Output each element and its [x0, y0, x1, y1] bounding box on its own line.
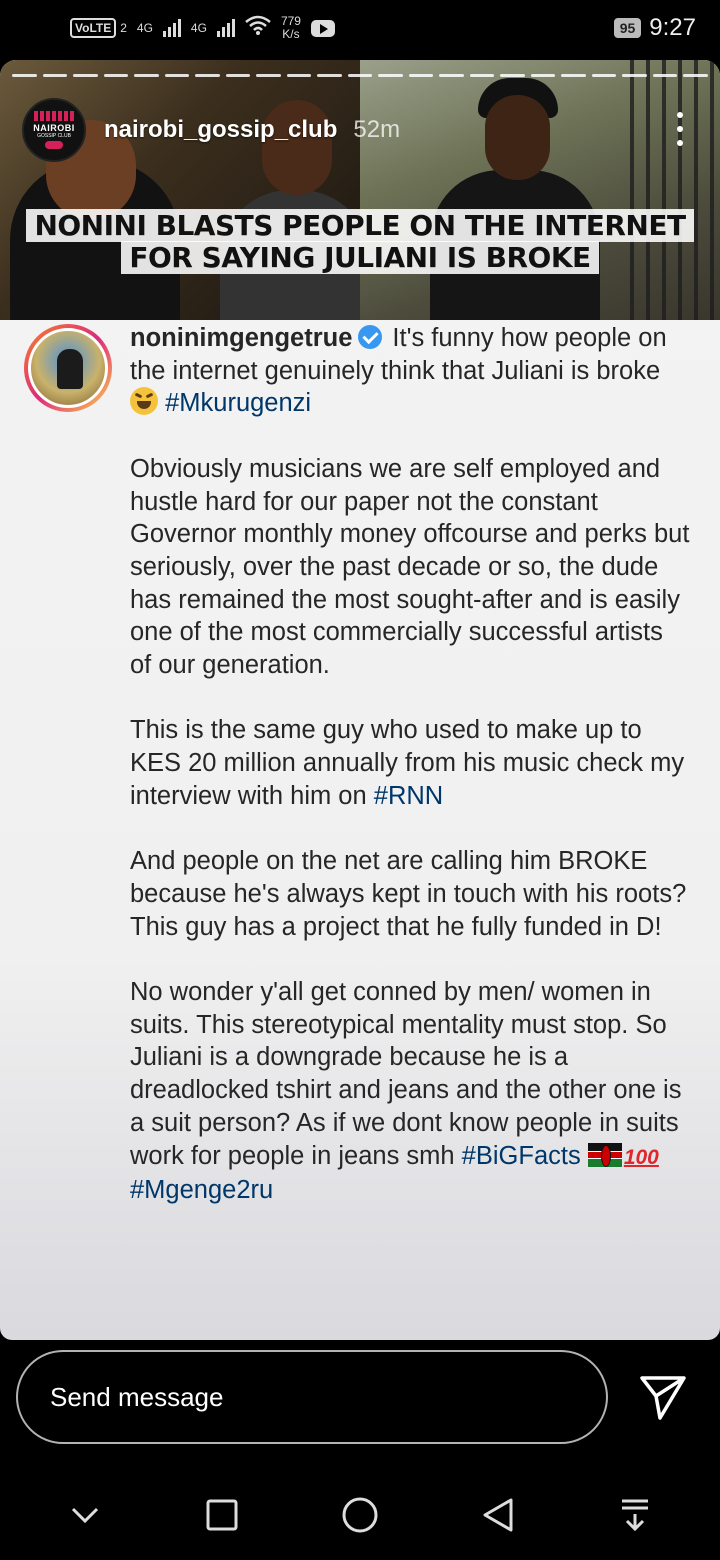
network-speed: 779 K/s [281, 15, 301, 41]
hashtag-rnn: #RNN [373, 781, 444, 810]
system-nav-bar [0, 1470, 720, 1560]
story-progress-segment [530, 74, 556, 77]
send-message-placeholder: Send message [50, 1381, 224, 1412]
story-progress-segment [42, 74, 68, 77]
story-progress-segment [195, 74, 220, 77]
status-left: VoLTE 2 4G 4G 779 K/s [70, 15, 335, 41]
hundred-emoji-icon: 100 [623, 1145, 659, 1169]
battery-icon: 95 [613, 18, 642, 38]
post-paragraph-4: No wonder y'all get conned by men/ women… [130, 976, 690, 1207]
story-progress-segment [286, 74, 312, 77]
story-progress-segment [500, 74, 525, 77]
photo-face-right [485, 95, 550, 180]
signal-2-icon [216, 19, 235, 37]
story-progress-segment [378, 74, 403, 77]
post-caption: noninimgengetrue It's funny how people on… [130, 322, 690, 1207]
story-progress-segment [256, 74, 281, 77]
story-progress-segment [225, 74, 251, 77]
story-progress-segment [439, 74, 464, 77]
network-type-1: 4G [136, 21, 153, 35]
post-paragraph-2: This is the same guy who used to make up… [130, 714, 690, 812]
clock: 9:27 [649, 14, 696, 41]
send-icon[interactable] [638, 1372, 688, 1422]
story-progress-segment [652, 74, 678, 77]
story-progress-segment [12, 74, 37, 77]
post-username: noninimgengetrue [130, 324, 353, 352]
speed-unit: K/s [282, 27, 300, 41]
network-type-2: 4G [190, 21, 207, 35]
story-progress-bar [12, 74, 708, 77]
story-progress-segment [317, 74, 342, 77]
avatar-logo-subtext: GOSSIP CLUB [37, 133, 71, 139]
story-progress-segment [73, 74, 98, 77]
story-progress-segment [408, 74, 434, 77]
paragraph-4-text: No wonder y'all get conned by men/ women… [130, 978, 682, 1170]
story-progress-segment [164, 74, 190, 77]
story-card[interactable]: NAIROBI GOSSIP CLUB nairobi_gossip_club … [0, 60, 720, 1340]
story-progress-segment [103, 74, 129, 77]
post-paragraph-3: And people on the net are calling him BR… [130, 847, 687, 941]
headline-text: NONINI BLASTS PEOPLE ON THE INTERNET FOR… [26, 209, 694, 274]
recents-square-icon[interactable] [192, 1485, 252, 1545]
story-timestamp: 52m [353, 116, 401, 143]
lips-logo-icon [45, 141, 63, 149]
rofl-emoji-icon [130, 387, 158, 416]
skyline-logo-icon [34, 111, 74, 121]
story-progress-segment [347, 74, 373, 77]
back-triangle-icon[interactable] [468, 1485, 528, 1545]
hashtag-bigfacts: #BiGFacts [461, 1141, 581, 1170]
signal-1-icon [162, 19, 181, 37]
volte-badge: VoLTE [70, 18, 117, 38]
story-progress-segment [622, 74, 647, 77]
chevron-down-icon[interactable] [55, 1485, 115, 1545]
story-progress-segment [561, 74, 586, 77]
notification-drawer-icon[interactable] [605, 1485, 665, 1545]
status-bar: VoLTE 2 4G 4G 779 K/s 95 9:27 [0, 0, 720, 56]
sim-index: 2 [120, 21, 127, 35]
story-header: NAIROBI GOSSIP CLUB nairobi_gossip_club … [22, 98, 400, 162]
post-intro: noninimgengetrue It's funny how people on… [130, 322, 690, 420]
story-progress-segment [591, 74, 617, 77]
post-avatar [24, 324, 112, 412]
avatar-logo-text: NAIROBI [33, 123, 75, 133]
home-circle-icon[interactable] [330, 1485, 390, 1545]
speed-value: 779 [280, 14, 301, 28]
verified-badge-icon [358, 325, 383, 349]
story-avatar[interactable]: NAIROBI GOSSIP CLUB [22, 98, 86, 162]
story-photo-right [360, 60, 720, 320]
wifi-icon [245, 15, 271, 41]
story-username[interactable]: nairobi_gossip_club [104, 116, 337, 144]
hashtag-mkurugenzi: #Mkurugenzi [165, 389, 312, 418]
story-progress-segment [683, 74, 708, 77]
more-options-icon[interactable] [676, 112, 684, 146]
send-message-input[interactable]: Send message [16, 1350, 608, 1444]
status-right: 95 9:27 [613, 14, 696, 42]
hashtag-mgenge2ru: #Mgenge2ru [130, 1176, 274, 1205]
screen: VoLTE 2 4G 4G 779 K/s 95 9:27 NAIROBI GO… [0, 0, 720, 1560]
post-paragraph-1: Obviously musicians we are self employed… [130, 454, 690, 680]
story-progress-segment [469, 74, 495, 77]
story-progress-segment [134, 74, 159, 77]
youtube-notification-icon [310, 19, 335, 37]
kenya-flag-icon [587, 1142, 622, 1167]
story-headline: NONINI BLASTS PEOPLE ON THE INTERNET FOR… [0, 209, 720, 274]
photo-railing [630, 60, 720, 320]
